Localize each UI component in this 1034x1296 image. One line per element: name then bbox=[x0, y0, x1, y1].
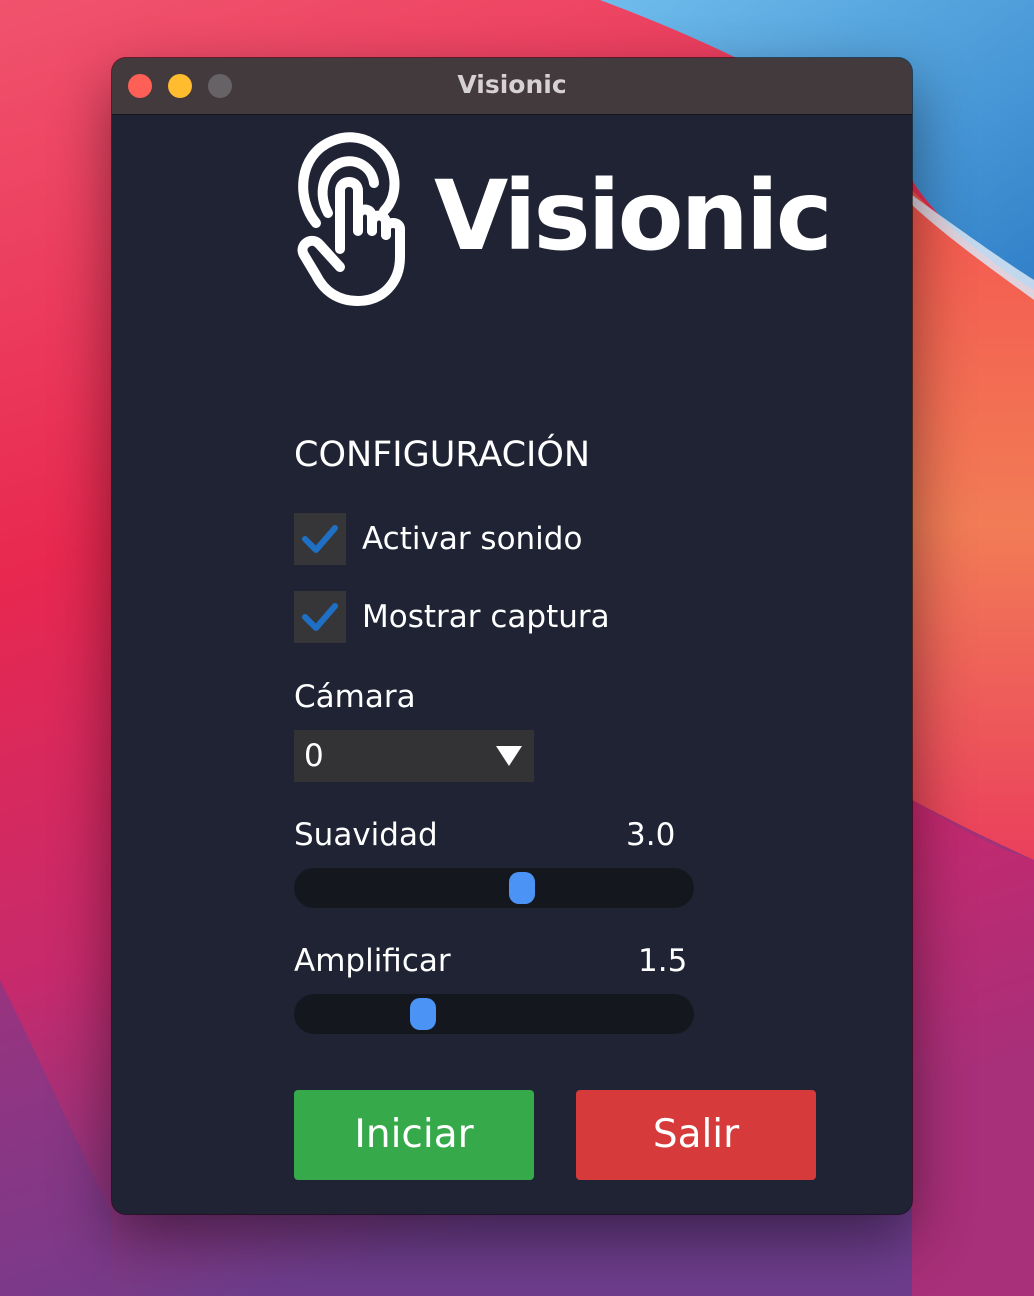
smoothing-label: Suavidad bbox=[294, 817, 438, 853]
checkmark-icon bbox=[302, 603, 338, 631]
sound-checkbox[interactable] bbox=[294, 513, 346, 565]
checkmark-icon bbox=[302, 525, 338, 553]
smoothing-value: 3.0 bbox=[626, 817, 676, 853]
amplify-value: 1.5 bbox=[638, 943, 688, 979]
settings-panel: Visionic CONFIGURACIÓN Activar sonido Mo… bbox=[112, 115, 912, 1214]
camera-select[interactable]: 0 bbox=[294, 730, 534, 782]
logo-wordmark: Visionic bbox=[434, 160, 833, 272]
pointing-hand-icon bbox=[297, 132, 405, 306]
window-title: Visionic bbox=[457, 70, 567, 99]
exit-button[interactable]: Salir bbox=[576, 1090, 816, 1180]
capture-checkbox-label: Mostrar captura bbox=[362, 599, 610, 635]
amplify-label: Amplificar bbox=[294, 943, 451, 979]
smoothing-slider-thumb[interactable] bbox=[509, 872, 536, 904]
start-button[interactable]: Iniciar bbox=[294, 1090, 534, 1180]
camera-select-value: 0 bbox=[304, 738, 324, 774]
triangle-down-icon bbox=[496, 746, 522, 766]
camera-label: Cámara bbox=[294, 679, 416, 715]
capture-checkbox[interactable] bbox=[294, 591, 346, 643]
amplify-slider-thumb[interactable] bbox=[410, 998, 437, 1030]
section-heading: CONFIGURACIÓN bbox=[294, 435, 591, 475]
title-bar[interactable]: Visionic bbox=[112, 58, 912, 115]
app-logo: Visionic bbox=[294, 131, 833, 311]
amplify-slider[interactable] bbox=[294, 994, 694, 1034]
app-window: Visionic Visionic CONFIGURACIÓN Activar … bbox=[112, 58, 912, 1214]
smoothing-slider[interactable] bbox=[294, 868, 694, 908]
sound-checkbox-label: Activar sonido bbox=[362, 521, 583, 557]
